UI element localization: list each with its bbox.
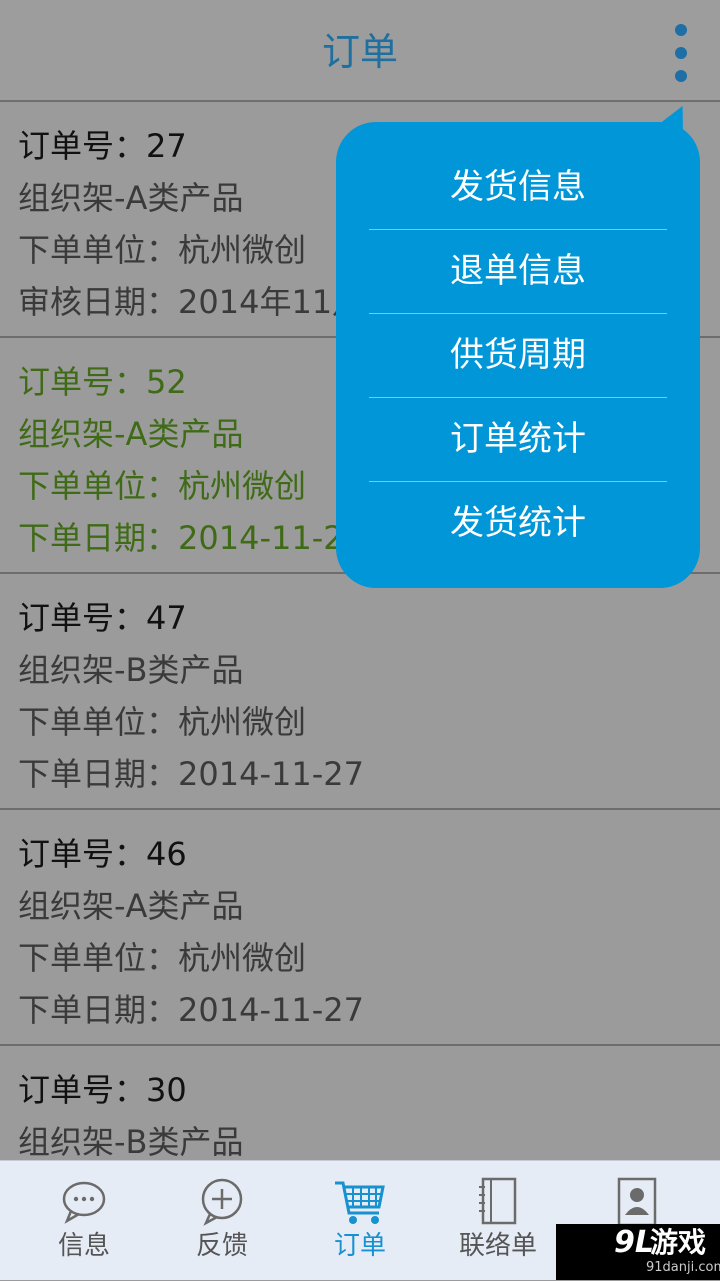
order-date: 下单日期：2014-11-27 [18,755,364,793]
order-product: 组织架-B类产品 [18,651,244,689]
tab-label: 订单 [333,1231,386,1261]
tab-feedback[interactable]: 反馈 [167,1161,277,1281]
menu-item-return-info[interactable]: 退单信息 [369,230,667,314]
watermark-name: 游戏 [650,1226,707,1259]
menu-item-order-stats[interactable]: 订单统计 [369,398,667,482]
shopping-cart-icon [335,1181,385,1224]
popup-menu: 发货信息 退单信息 供货周期 订单统计 发货统计 [336,122,700,588]
order-number: 订单号：30 [18,1071,187,1109]
more-dots-icon [675,70,687,82]
order-product: 组织架-A类产品 [18,887,244,925]
chat-bubble-icon [62,1181,106,1224]
tab-messages[interactable]: 信息 [29,1161,139,1281]
tab-contact-sheet[interactable]: 联络单 [443,1161,553,1281]
order-date: 下单日期：2014-11-27 [18,991,364,1029]
order-list-item[interactable]: 订单号：46 组织架-A类产品 下单单位：杭州微创 下单日期：2014-11-2… [0,810,720,1046]
tab-orders[interactable]: 订单 [305,1161,415,1281]
order-number: 订单号：46 [18,835,187,873]
menu-item-shipping-info[interactable]: 发货信息 [369,146,667,230]
add-feedback-icon [201,1178,243,1226]
overflow-menu-button[interactable] [664,22,698,84]
page-title: 订单 [321,30,398,74]
watermark-url: 91danji.com [646,1260,720,1275]
order-number: 订单号：47 [18,599,187,637]
watermark-logo: 9L [614,1225,654,1260]
action-bar: 订单 [0,0,720,102]
notebook-icon [479,1177,517,1225]
watermark: 9L 游戏 91danji.com [556,1224,720,1280]
tab-label: 信息 [57,1231,110,1261]
more-dots-icon [675,24,687,36]
tab-label: 反馈 [195,1231,248,1261]
contact-card-icon [617,1177,657,1227]
menu-item-shipping-stats[interactable]: 发货统计 [369,482,667,565]
order-unit: 下单单位：杭州微创 [18,939,307,977]
menu-item-supply-cycle[interactable]: 供货周期 [369,314,667,398]
more-dots-icon [675,47,687,59]
order-list-item[interactable]: 订单号：47 组织架-B类产品 下单单位：杭州微创 下单日期：2014-11-2… [0,574,720,810]
tab-label: 联络单 [458,1231,537,1261]
order-unit: 下单单位：杭州微创 [18,703,307,741]
